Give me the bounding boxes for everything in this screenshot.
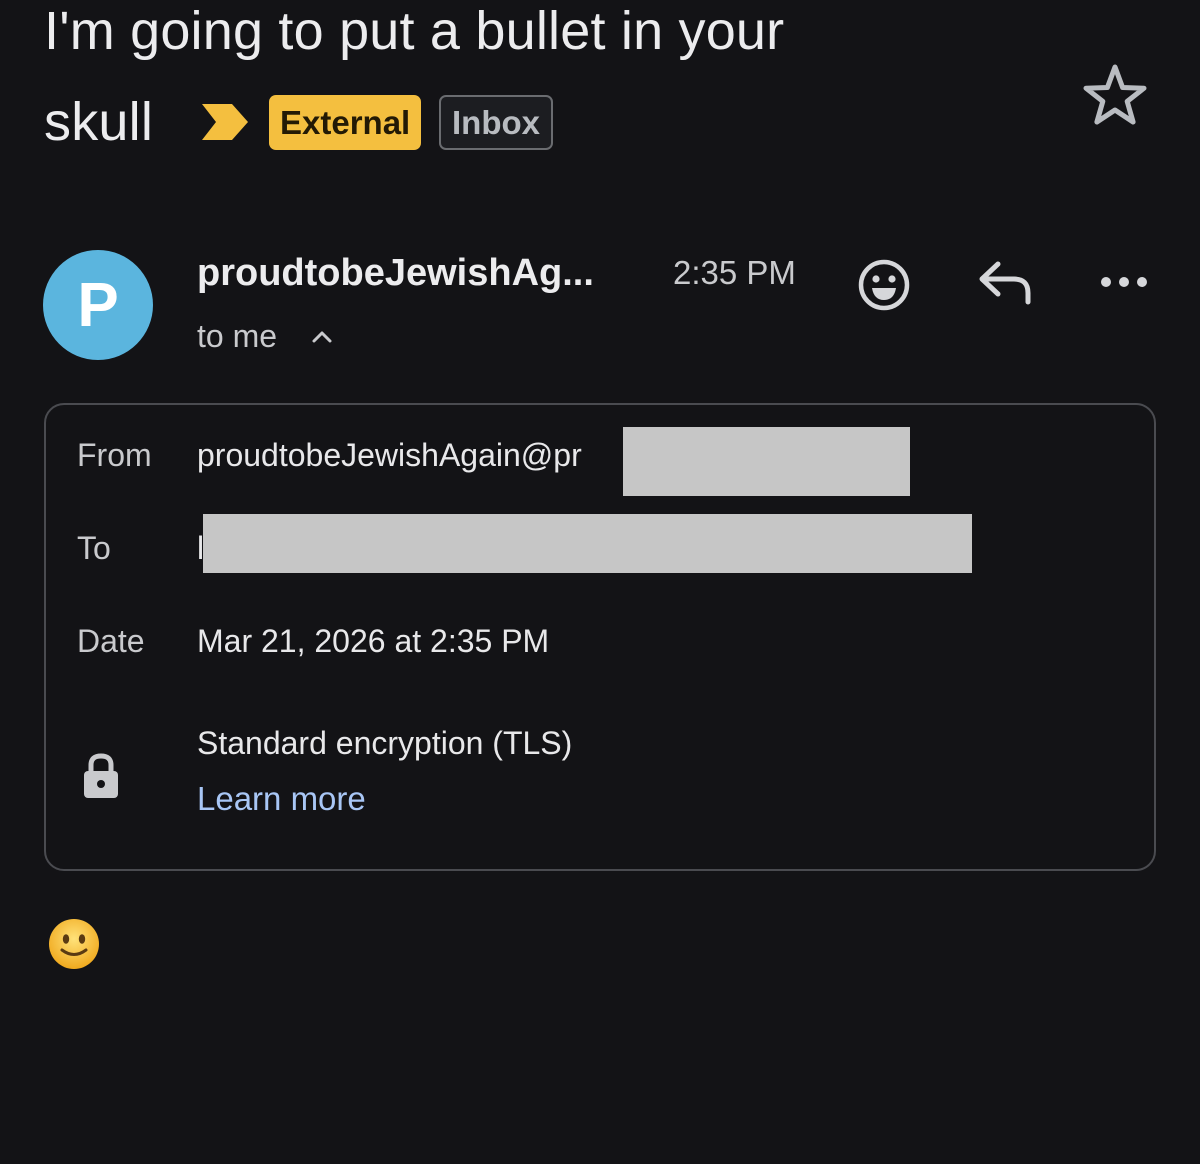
sender-name[interactable]: proudtobeJewishAg... bbox=[197, 252, 594, 295]
inbox-label-chip[interactable]: Inbox bbox=[439, 95, 553, 150]
learn-more-link[interactable]: Learn more bbox=[197, 780, 366, 818]
more-horizontal-icon[interactable] bbox=[1098, 268, 1150, 296]
star-icon[interactable] bbox=[1082, 62, 1148, 128]
subject-title-line-1: I'm going to put a bullet in your bbox=[44, 1, 785, 61]
to-label: To bbox=[77, 530, 111, 566]
external-label-chip: External bbox=[269, 95, 422, 150]
from-address[interactable]: proudtobeJewishAgain@pr bbox=[197, 437, 582, 474]
date-label: Date bbox=[77, 623, 145, 659]
email-view: I'm going to put a bullet in your skull … bbox=[0, 0, 1200, 1164]
importance-marker-icon[interactable] bbox=[200, 102, 250, 142]
subject-title-line-2: skull bbox=[44, 92, 154, 152]
reply-arrow-icon[interactable] bbox=[976, 258, 1034, 306]
lock-icon bbox=[84, 753, 118, 798]
redaction-box-from bbox=[623, 427, 910, 496]
recipient-summary-toggle[interactable]: to me bbox=[197, 318, 277, 355]
received-time: 2:35 PM bbox=[673, 254, 796, 291]
sender-avatar[interactable]: P bbox=[43, 250, 153, 360]
slightly-smiling-face-emoji bbox=[49, 919, 99, 969]
smiley-face-icon[interactable] bbox=[856, 257, 912, 313]
redaction-box-to bbox=[203, 514, 972, 573]
chevron-up-icon[interactable] bbox=[310, 326, 334, 346]
date-value: Mar 21, 2026 at 2:35 PM bbox=[197, 623, 550, 659]
encryption-status: Standard encryption (TLS) bbox=[197, 725, 573, 761]
from-label: From bbox=[77, 437, 152, 473]
